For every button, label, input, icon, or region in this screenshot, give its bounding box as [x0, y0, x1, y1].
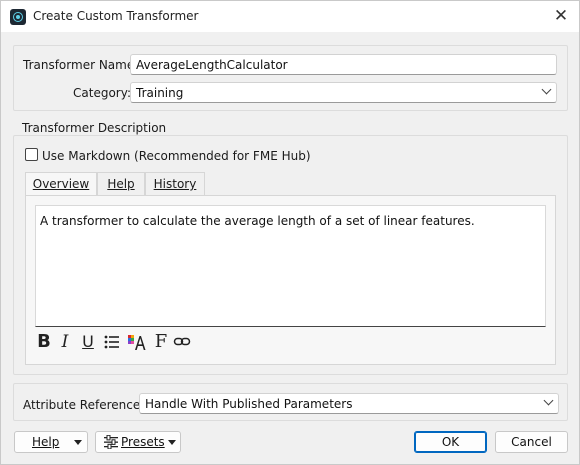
sliders-icon: [104, 435, 118, 449]
description-group-label: Transformer Description: [22, 121, 169, 135]
bold-icon[interactable]: B: [35, 331, 53, 353]
markdown-checkbox[interactable]: [25, 148, 38, 161]
caret-down-icon: [168, 440, 176, 445]
category-value: Training: [136, 86, 184, 100]
fme-app-icon: [10, 9, 26, 25]
underline-icon[interactable]: U: [79, 331, 97, 353]
help-button[interactable]: Help: [14, 431, 88, 453]
attribute-references-value: Handle With Published Parameters: [145, 397, 353, 411]
transformer-name-input[interactable]: AverageLengthCalculator: [130, 54, 557, 75]
attribute-references-label: Attribute References:: [23, 398, 151, 412]
font-icon[interactable]: F: [153, 331, 169, 353]
attribute-references-select[interactable]: Handle With Published Parameters: [139, 393, 559, 414]
chevron-down-icon: [541, 84, 552, 95]
transformer-name-label: Transformer Name:: [23, 58, 139, 72]
tab-history[interactable]: History: [145, 172, 205, 196]
italic-icon[interactable]: I: [57, 331, 73, 353]
tab-help[interactable]: Help: [97, 172, 145, 196]
window-title: Create Custom Transformer: [33, 9, 199, 23]
overview-text-editor[interactable]: A transformer to calculate the average l…: [35, 205, 546, 327]
link-icon[interactable]: [173, 331, 191, 353]
close-button[interactable]: ✕: [549, 5, 573, 27]
category-label: Category:: [73, 86, 131, 100]
title-bar: Create Custom Transformer ✕: [1, 1, 579, 32]
chevron-down-icon: [543, 395, 554, 406]
ok-button[interactable]: OK: [414, 431, 487, 453]
text-color-icon[interactable]: [127, 331, 147, 353]
markdown-checkbox-label[interactable]: Use Markdown (Recommended for FME Hub): [42, 149, 311, 163]
create-custom-transformer-dialog: Create Custom Transformer ✕ Transformer …: [0, 0, 580, 465]
presets-button[interactable]: Presets: [95, 431, 181, 453]
cancel-button[interactable]: Cancel: [495, 431, 568, 453]
caret-down-icon: [74, 440, 82, 445]
category-select[interactable]: Training: [130, 82, 557, 103]
bulleted-list-icon[interactable]: [103, 331, 121, 353]
tab-overview[interactable]: Overview: [25, 172, 97, 197]
